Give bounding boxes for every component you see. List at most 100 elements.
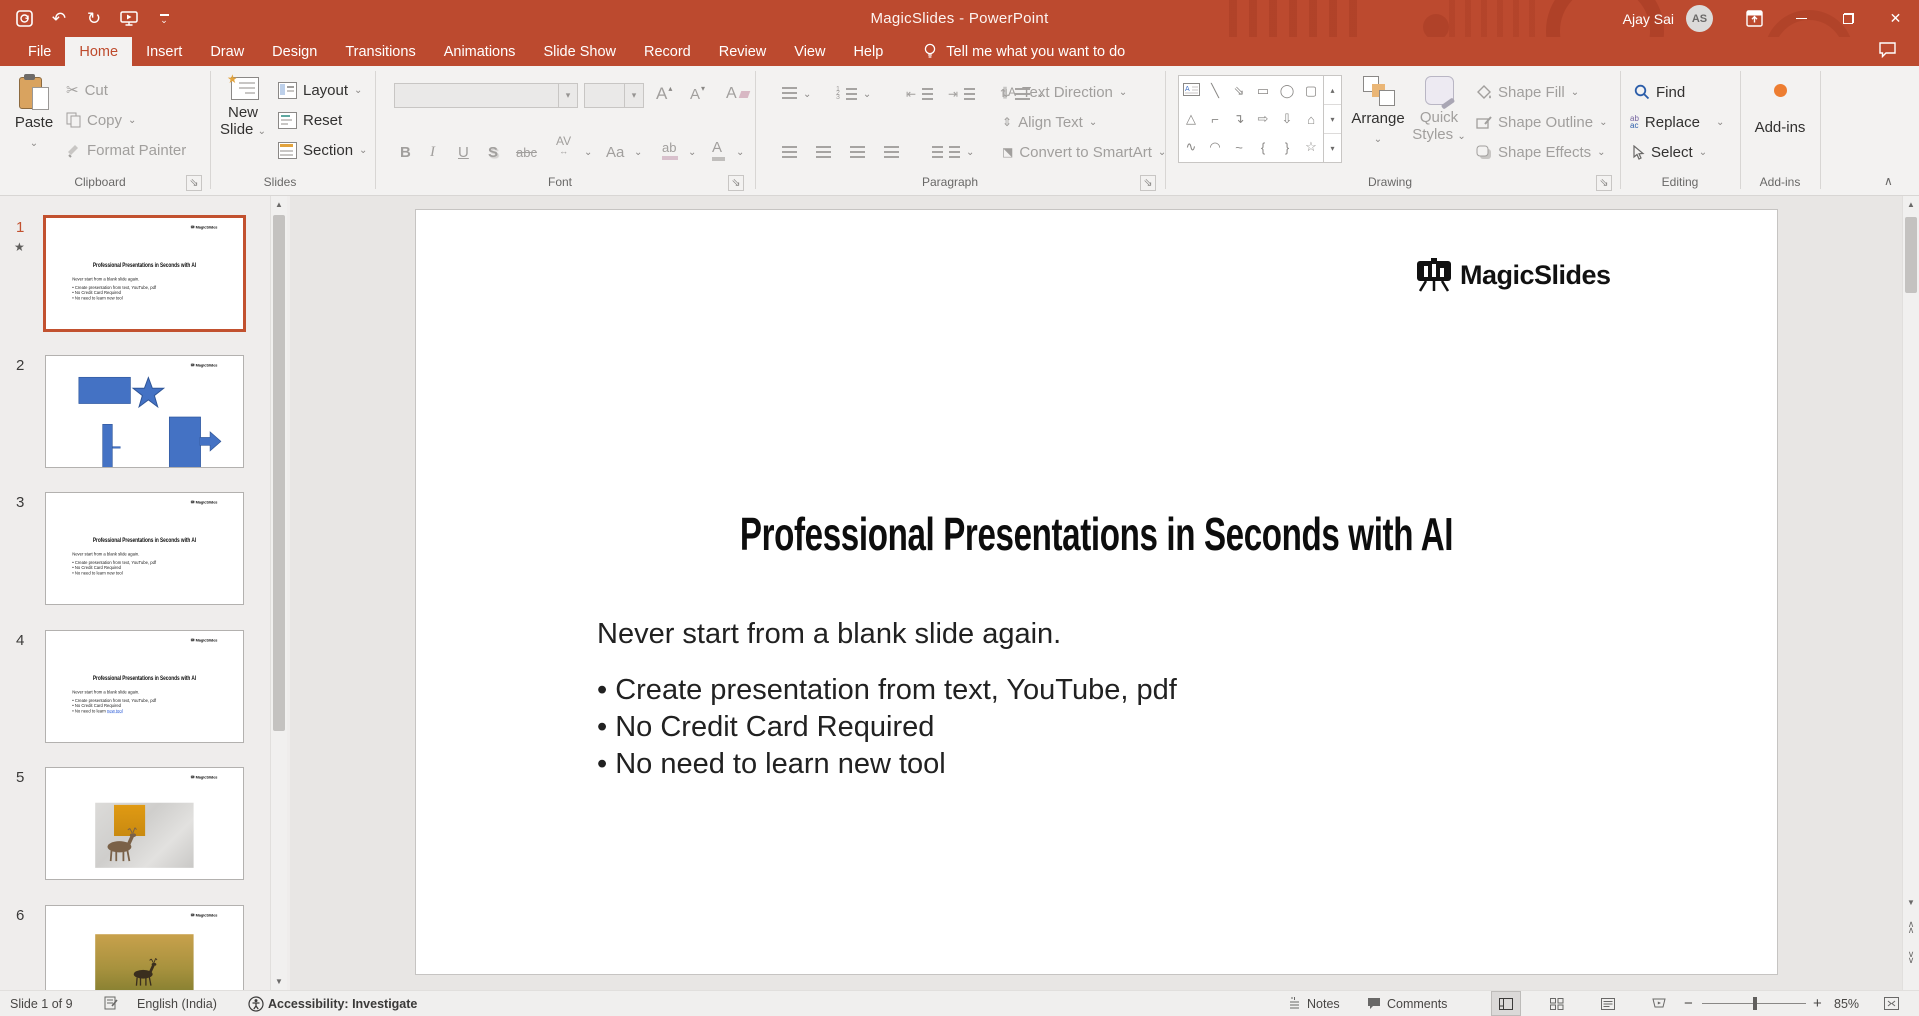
- tell-me-box[interactable]: Tell me what you want to do: [923, 37, 1125, 66]
- shape-effects-button[interactable]: Shape Effects ⌄: [1476, 140, 1606, 164]
- slide-3-thumbnail[interactable]: MagicSlides Professional Presentations i…: [45, 492, 244, 605]
- slide-2-thumbnail[interactable]: MagicSlides: [45, 355, 244, 468]
- tab-record[interactable]: Record: [630, 37, 705, 66]
- shape-line-icon[interactable]: ╲: [1211, 83, 1219, 99]
- cut-button[interactable]: ✂ Cut: [66, 78, 108, 102]
- tab-review[interactable]: Review: [705, 37, 781, 66]
- shape-left-brace-icon[interactable]: {: [1261, 140, 1265, 155]
- section-button[interactable]: Section ⌄: [278, 138, 367, 162]
- shape-arrow-icon[interactable]: ⇘: [1234, 83, 1245, 99]
- tab-help[interactable]: Help: [839, 37, 897, 66]
- zoom-out-button[interactable]: −: [1684, 991, 1693, 1016]
- shape-triangle-icon[interactable]: △: [1186, 111, 1196, 127]
- italic-button[interactable]: I: [430, 140, 435, 164]
- collapse-ribbon-icon[interactable]: ∧: [1884, 174, 1893, 188]
- scroll-down-icon[interactable]: ▼: [1903, 894, 1919, 911]
- quick-styles-button[interactable]: Quick Styles ⌄: [1410, 76, 1468, 145]
- comments-button[interactable]: Comments: [1367, 991, 1447, 1016]
- clear-formatting-button[interactable]: A: [726, 82, 750, 106]
- highlight-dropdown[interactable]: ⌄: [688, 140, 696, 164]
- shape-right-arrow-icon[interactable]: ⇨: [1258, 111, 1269, 127]
- shape-oval-icon[interactable]: ◯: [1280, 83, 1295, 99]
- scroll-up-icon[interactable]: ▲: [1903, 196, 1919, 213]
- text-shadow-button[interactable]: S: [488, 140, 498, 164]
- paste-button[interactable]: Paste ⌄: [10, 74, 58, 152]
- shape-outline-button[interactable]: Shape Outline ⌄: [1476, 110, 1607, 134]
- fit-to-window-button[interactable]: [1884, 991, 1899, 1016]
- decrease-indent-button[interactable]: ⇤: [906, 82, 934, 106]
- reading-view-button[interactable]: [1593, 991, 1623, 1016]
- tab-transitions[interactable]: Transitions: [331, 37, 429, 66]
- highlight-button[interactable]: ab: [662, 138, 678, 162]
- align-right-button[interactable]: [850, 140, 865, 164]
- justify-button[interactable]: [884, 140, 899, 164]
- current-slide[interactable]: MagicSlides Professional Presentations i…: [415, 209, 1778, 975]
- shape-scribble-icon[interactable]: ∿: [1186, 139, 1197, 155]
- font-size-combo[interactable]: ▾: [584, 83, 644, 108]
- drawing-dialog-launcher[interactable]: ⇘: [1596, 175, 1612, 191]
- tab-view[interactable]: View: [780, 37, 839, 66]
- minimize-button[interactable]: [1778, 0, 1825, 37]
- font-name-dropdown-icon[interactable]: ▾: [558, 84, 577, 107]
- character-spacing-button[interactable]: AV ↔: [556, 135, 571, 160]
- tab-insert[interactable]: Insert: [132, 37, 196, 66]
- slide-subtitle[interactable]: Never start from a blank slide again.: [597, 618, 1061, 651]
- new-slide-button[interactable]: ★ New Slide ⌄: [216, 72, 270, 140]
- shape-rectangle-icon[interactable]: ▭: [1257, 83, 1269, 99]
- font-dialog-launcher[interactable]: ⇘: [728, 175, 744, 191]
- format-painter-button[interactable]: Format Painter: [66, 138, 186, 162]
- shrink-font-button[interactable]: A ▾: [690, 82, 705, 106]
- layout-button[interactable]: Layout ⌄: [278, 78, 362, 102]
- add-ins-button[interactable]: Add-ins: [1748, 84, 1812, 136]
- arrange-button[interactable]: Arrange ⌄: [1350, 76, 1406, 148]
- align-center-button[interactable]: [816, 140, 831, 164]
- notes-button[interactable]: Notes: [1288, 991, 1340, 1016]
- avatar[interactable]: AS: [1686, 5, 1713, 32]
- scroll-down-icon[interactable]: ▼: [271, 973, 287, 990]
- zoom-slider-thumb[interactable]: [1753, 997, 1757, 1010]
- slide-6-thumbnail[interactable]: MagicSlides: [45, 905, 244, 990]
- restore-button[interactable]: [1825, 0, 1872, 37]
- ribbon-display-options-icon[interactable]: [1731, 0, 1778, 37]
- shape-fill-button[interactable]: Shape Fill ⌄: [1476, 80, 1579, 104]
- replace-button[interactable]: ab ac Replace ⌄: [1630, 110, 1724, 134]
- shape-rounded-rectangle-icon[interactable]: ▢: [1305, 83, 1317, 99]
- tab-slide-show[interactable]: Slide Show: [529, 37, 630, 66]
- shape-elbow-arrow-icon[interactable]: ↴: [1234, 111, 1245, 127]
- slide-sorter-view-button[interactable]: [1542, 991, 1572, 1016]
- slide-title[interactable]: Professional Presentations in Seconds wi…: [607, 507, 1587, 561]
- bullets-button[interactable]: ⌄: [782, 82, 811, 106]
- bold-button[interactable]: B: [400, 140, 411, 164]
- clipboard-dialog-launcher[interactable]: ⇘: [186, 175, 202, 191]
- shape-down-arrow-icon[interactable]: ⇩: [1282, 111, 1293, 127]
- close-button[interactable]: ✕: [1872, 0, 1919, 37]
- shape-right-brace-icon[interactable]: }: [1285, 140, 1289, 155]
- zoom-in-button[interactable]: +: [1813, 991, 1822, 1016]
- character-spacing-dropdown[interactable]: ⌄: [584, 140, 592, 164]
- slideshow-view-button[interactable]: [1644, 991, 1674, 1016]
- shapes-gallery[interactable]: A ╲ ⇘ ▭ ◯ ▢ △ ⌐ ↴ ⇨ ⇩ ⌂ ∿ ◠ ~ { } ☆ ▴ ▾ …: [1178, 75, 1342, 163]
- tab-draw[interactable]: Draw: [196, 37, 258, 66]
- tab-animations[interactable]: Animations: [430, 37, 530, 66]
- main-scrollbar[interactable]: ▲ ▼ ∧ ∧ ∨ ∨: [1902, 196, 1919, 990]
- main-scrollbar-thumb[interactable]: [1905, 217, 1917, 293]
- tab-design[interactable]: Design: [258, 37, 331, 66]
- find-button[interactable]: Find: [1634, 80, 1685, 104]
- scroll-up-icon[interactable]: ▲: [271, 196, 287, 213]
- strikethrough-button[interactable]: abc: [516, 140, 537, 164]
- user-name[interactable]: Ajay Sai: [1623, 11, 1674, 27]
- textbox-shape-icon[interactable]: A: [1182, 83, 1200, 99]
- zoom-level[interactable]: 85%: [1834, 991, 1859, 1016]
- columns-button[interactable]: ⌄: [932, 140, 974, 164]
- shape-arc-icon[interactable]: ◠: [1209, 139, 1220, 155]
- tab-file[interactable]: File: [14, 37, 65, 66]
- font-color-button[interactable]: A: [712, 138, 725, 162]
- increase-indent-button[interactable]: ⇥: [948, 82, 976, 106]
- copy-button[interactable]: Copy ⌄: [66, 108, 136, 132]
- numbering-button[interactable]: 1 2 3 ⌄: [836, 82, 871, 106]
- shape-curve-icon[interactable]: ~: [1235, 140, 1243, 155]
- align-left-button[interactable]: [782, 140, 797, 164]
- thumbnail-scrollbar[interactable]: ▲ ▼: [270, 196, 287, 990]
- shape-star-icon[interactable]: ☆: [1305, 139, 1317, 155]
- select-button[interactable]: Select ⌄: [1632, 140, 1707, 164]
